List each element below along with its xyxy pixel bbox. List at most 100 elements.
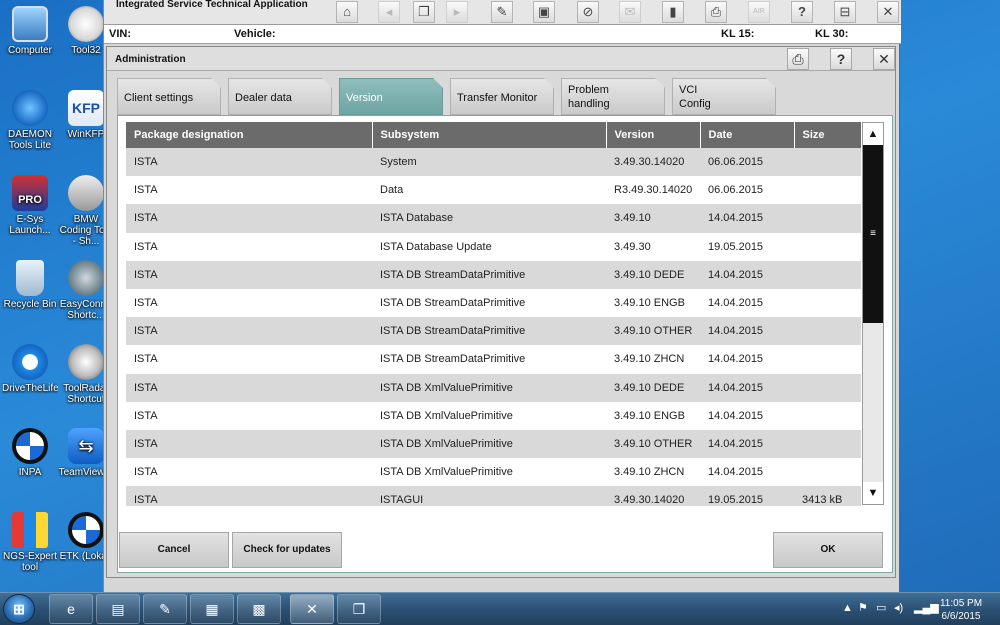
measure-icon[interactable]: ⊘ (577, 1, 599, 23)
cell-size (794, 148, 861, 177)
control-panel-icon[interactable]: ▦ (190, 594, 234, 624)
explorer-icon[interactable]: ▤ (96, 594, 140, 624)
ista-taskbar-icon[interactable]: ✕ (290, 594, 334, 624)
desktop-icon-recycle-bin[interactable]: Recycle Bin (2, 260, 58, 310)
cell-size (794, 429, 861, 459)
table-row[interactable]: ISTA ISTA DB StreamDataPrimitive 3.49.10 Z… (126, 345, 861, 374)
cell-date: 14.04.2015 (700, 458, 794, 487)
paint-icon[interactable]: ✎ (143, 594, 187, 624)
battery-icon[interactable]: ▮ (662, 1, 684, 23)
desktop-icon-ngs-expert[interactable]: NGS-Expert tool (2, 512, 58, 573)
vehicle-label: Vehicle: (234, 28, 276, 40)
cell-package: ISTA (126, 401, 372, 430)
teamviewer-icon: ⇆ (68, 428, 104, 464)
table-row[interactable]: ISTA ISTA Database Update 3.49.30 19.05.201… (126, 232, 861, 261)
cell-date: 14.04.2015 (700, 373, 794, 402)
cell-size (794, 288, 861, 318)
cell-date: 19.05.2015 (700, 486, 794, 506)
desktop-icon-drivethelife[interactable]: DriveTheLife (2, 344, 58, 394)
toolradar-icon (68, 344, 104, 380)
air-icon[interactable]: AIR (748, 1, 770, 23)
vertical-scrollbar[interactable]: ▲ ≡ ▼ (862, 122, 884, 505)
column-header-subsystem[interactable]: Subsystem (372, 122, 607, 148)
column-header-size[interactable]: Size (794, 122, 862, 148)
table-row[interactable]: ISTA ISTA DB XmlValuePrimitive 3.49.10 ZHC… (126, 458, 861, 487)
table-row[interactable]: ISTA System 3.49.30.14020 06.06.2015 (126, 148, 861, 177)
mail-icon[interactable]: ✉ (619, 1, 641, 23)
switch-windows-icon[interactable]: ❐ (337, 594, 381, 624)
cancel-button[interactable]: Cancel (119, 532, 229, 568)
table-row[interactable]: ISTA ISTAGUI 3.49.30.14020 19.05.2015 3413 k… (126, 486, 861, 506)
column-header-date[interactable]: Date (700, 122, 795, 148)
tab-vci-config[interactable]: VCI Config (672, 78, 776, 115)
scroll-up-icon[interactable]: ▲ (863, 123, 883, 145)
cell-subsystem: ISTA DB XmlValuePrimitive (372, 373, 606, 402)
cell-subsystem: ISTA DB StreamDataPrimitive (372, 260, 606, 289)
close-icon[interactable]: ✕ (877, 1, 899, 23)
cell-version: 3.49.10 ZHCN (606, 458, 700, 487)
copy-icon[interactable]: ❐ (413, 1, 435, 23)
display-icon[interactable]: ▣ (533, 1, 555, 23)
clock[interactable]: 11:05 PM 6/6/2015 (930, 597, 992, 623)
cell-date: 19.05.2015 (700, 232, 794, 261)
desktop-icon-esys[interactable]: PRO E-Sys Launch... (2, 175, 58, 236)
desktop-icon-daemon-tools[interactable]: DAEMON Tools Lite (2, 90, 58, 151)
tab-version[interactable]: Version (339, 78, 443, 115)
desktop-icon-inpa[interactable]: INPA (2, 428, 58, 478)
column-header-version[interactable]: Version (606, 122, 701, 148)
cell-size (794, 345, 861, 374)
hardware-icon[interactable]: ▩ (237, 594, 281, 624)
scroll-down-icon[interactable]: ▼ (863, 482, 883, 504)
cell-package: ISTA (126, 486, 372, 506)
cell-version: 3.49.10 DEDE (606, 260, 700, 289)
table-row[interactable]: ISTA ISTA DB XmlValuePrimitive 3.49.10 DED… (126, 373, 861, 402)
monitor-icon[interactable]: ▭ (876, 601, 886, 614)
show-hidden-icon[interactable]: ▲ (842, 602, 853, 614)
table-row[interactable]: ISTA ISTA Database 3.49.10 14.04.2015 (126, 204, 861, 233)
table-row[interactable]: ISTA ISTA DB XmlValuePrimitive 3.49.10 OTH… (126, 429, 861, 459)
back-icon[interactable]: ◂ (378, 1, 400, 23)
table-row[interactable]: ISTA ISTA DB XmlValuePrimitive 3.49.10 ENG… (126, 401, 861, 430)
start-button[interactable]: ⊞ (3, 594, 35, 624)
ok-button[interactable]: OK (773, 532, 883, 568)
version-panel: Package designation Subsystem Version Da… (117, 115, 893, 573)
desktop-icon-computer[interactable]: Computer (2, 6, 58, 56)
tab-dealer-data[interactable]: Dealer data (228, 78, 332, 115)
bmw-etk-icon (68, 512, 104, 548)
print-icon[interactable]: ⎙ (705, 1, 727, 23)
help-icon[interactable]: ? (830, 48, 852, 70)
daemon-tools-icon (12, 90, 48, 126)
scroll-thumb[interactable]: ≡ (863, 145, 883, 323)
column-header-package[interactable]: Package designation (126, 122, 373, 148)
cell-package: ISTA (126, 288, 372, 318)
cell-subsystem: ISTA Database Update (372, 232, 606, 261)
help-icon[interactable]: ? (791, 1, 813, 23)
easyconnect-icon (68, 260, 104, 296)
cell-version: 3.49.10 ENGB (606, 288, 700, 318)
flag-icon[interactable]: ⚑ (858, 601, 868, 614)
print-icon[interactable]: ⎙ (787, 48, 809, 70)
ie-icon[interactable]: e (49, 594, 93, 624)
tab-label: Transfer Monitor (457, 92, 538, 104)
table-row[interactable]: ISTA ISTA DB StreamDataPrimitive 3.49.10 E… (126, 288, 861, 318)
wrench-icon[interactable]: ✎ (491, 1, 513, 23)
cell-subsystem: ISTA DB XmlValuePrimitive (372, 401, 606, 430)
cell-version: 3.49.30.14020 (606, 148, 700, 177)
cell-version: 3.49.10 DEDE (606, 373, 700, 402)
home-icon[interactable]: ⌂ (336, 1, 358, 23)
cell-subsystem: ISTA DB StreamDataPrimitive (372, 288, 606, 318)
tab-transfer-monitor[interactable]: Transfer Monitor (450, 78, 554, 115)
info-icon[interactable]: ⊟ (834, 1, 856, 23)
tab-client-settings[interactable]: Client settings (117, 78, 221, 115)
table-body: ISTA System 3.49.30.14020 06.06.2015 ISTA Dat… (126, 148, 861, 506)
table-row[interactable]: ISTA ISTA DB StreamDataPrimitive 3.49.10 D… (126, 260, 861, 289)
table-row[interactable]: ISTA Data R3.49.30.14020 06.06.2015 (126, 176, 861, 205)
forward-icon[interactable]: ▸ (446, 1, 468, 23)
tab-problem-handling[interactable]: Problem handling (561, 78, 665, 115)
cell-package: ISTA (126, 260, 372, 289)
close-icon[interactable]: ✕ (873, 48, 895, 70)
table-row[interactable]: ISTA ISTA DB StreamDataPrimitive 3.49.10 O… (126, 317, 861, 346)
tab-label: Version (346, 92, 383, 104)
check-for-updates-button[interactable]: Check for updates (232, 532, 342, 568)
volume-icon[interactable]: ◂) (894, 601, 903, 614)
